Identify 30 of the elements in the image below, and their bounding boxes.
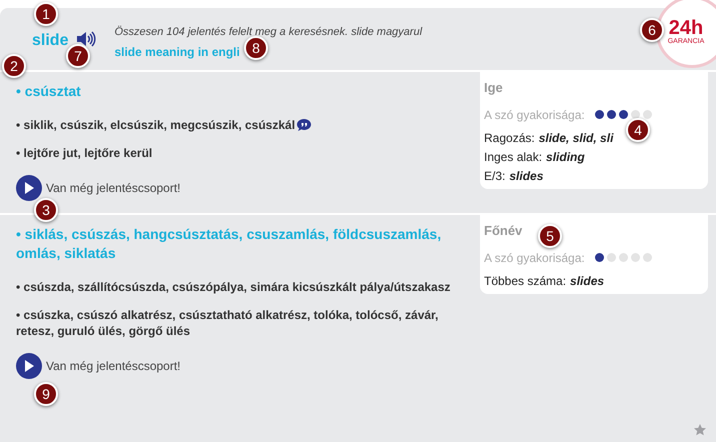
speaker-icon[interactable] (76, 30, 96, 48)
info-label: Inges alak: (484, 148, 542, 166)
part-of-speech: Ige (484, 79, 503, 97)
play-button[interactable] (16, 353, 42, 379)
info-value: slides (570, 272, 604, 290)
info-value: slide, slid, sli (538, 130, 614, 146)
search-word: slide (32, 31, 68, 51)
frequency-label: A szó gyakorisága: (484, 106, 585, 124)
play-icon (24, 360, 34, 372)
info-label: E/3: (484, 168, 506, 184)
meaning-heading: • siklás, csúszás, hangcsúsztatás, csuszamlás, földcsuszamlás, omlás, siklatás (16, 226, 442, 261)
play-button[interactable] (16, 175, 42, 201)
play-icon (24, 182, 34, 194)
meaning-text: • csúszka, csúszó alkatrész, csúsztatható alkatrész, tolóka, tolócső, závár, retesz, guruló ülés, görgő ülés (16, 308, 438, 338)
meaning-heading: • csúsztat (16, 83, 81, 99)
meaning-text: • siklik, csúszik, elcsúszik, megcsúszik, csúszkál (16, 118, 296, 132)
number-marker: 1 (34, 2, 58, 26)
part-of-speech: Főnév (484, 222, 522, 240)
info-label: Ragozás: (484, 130, 535, 146)
stamp-hours: 24h (668, 18, 704, 38)
info-value: slides (509, 168, 544, 184)
info-value: sliding (546, 148, 585, 166)
more-link[interactable]: Van még jelentéscsoport! (46, 179, 181, 197)
meaning-text: • lejtőre jut, lejtőre kerül (16, 146, 152, 160)
meaning-text: • csúszda, szállítócsúszda, csúszópálya, simára kicsúszkált pálya/útszakasz (16, 280, 450, 294)
quote-bubble-icon[interactable] (296, 118, 312, 132)
star-icon[interactable] (694, 424, 706, 436)
frequency-label: A szó gyakorisága: (484, 250, 585, 266)
info-label: Többes száma: (484, 272, 566, 290)
more-link[interactable]: Van még jelentéscsoport! (46, 357, 181, 375)
